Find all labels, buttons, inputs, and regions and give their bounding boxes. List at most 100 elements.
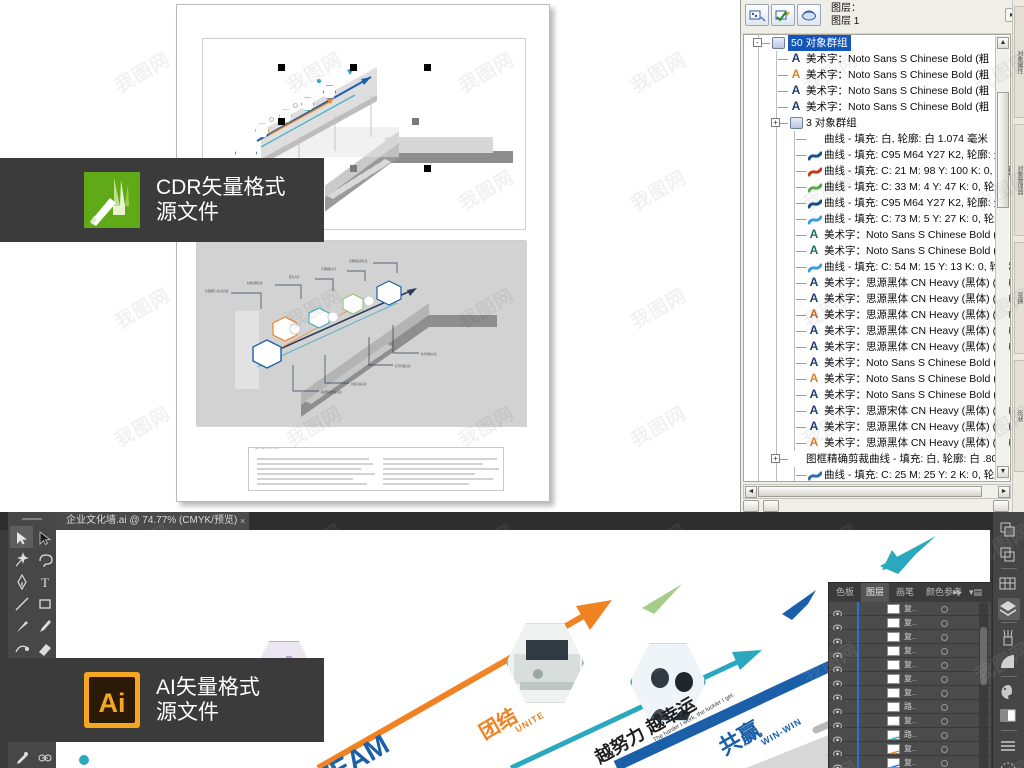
footer-button-1[interactable] [743,500,759,512]
object-tree-row[interactable]: A 美术字：Noto Sans S Chinese Bold (粗 [744,67,1010,83]
pen-tool[interactable] [10,570,33,592]
selection-handle-n[interactable] [350,64,357,71]
object-tree-row[interactable]: 曲线 - 填充: C95 M64 Y27 K2, 轮廓: 无 [744,147,1010,163]
magic-wand-tool[interactable] [10,548,33,570]
document-tab[interactable]: 企业文化墙.ai @ 74.77% (CMYK/预览) × [56,512,250,530]
blend-tool[interactable] [33,746,56,768]
eye-icon[interactable] [833,759,842,768]
eye-icon[interactable] [833,675,842,688]
type-tool[interactable]: T [33,570,56,592]
object-tree-row[interactable]: A 美术字：思源黑体 CN Heavy (黑体) (CH [744,435,1010,451]
object-tree-row[interactable]: A 美术字：Noto Sans S Chinese Bold (粗 [744,83,1010,99]
layer-target-icon[interactable] [941,620,948,627]
object-tree-row[interactable]: + 图框精确剪裁曲线 - 填充: 白, 轮廓: 白 .80 [744,451,1010,467]
rectangle-tool[interactable] [33,592,56,614]
selection-handle-ne[interactable] [424,64,431,71]
object-tree-row[interactable]: A 美术字：思源黑体 CN Heavy (黑体) (CH [744,291,1010,307]
transparency-panel-icon[interactable] [998,520,1020,542]
layer-row[interactable]: 复.. [829,602,991,618]
scroll-right-button[interactable]: ► [998,486,1010,498]
layer-row[interactable]: 复.. [829,686,991,702]
object-tree-row[interactable]: A 美术字：Noto Sans S Chinese Bold (粗 [744,51,1010,67]
docker-tab-1[interactable]: 对象管理器 [1014,124,1024,236]
selection-tool[interactable] [10,526,33,548]
layer-target-icon[interactable] [941,746,948,753]
layers-list[interactable]: 复.. 复.. 复.. 复.. 复.. 复.. 复.. 路.. 复.. 路.. 复.. 复.. [829,602,991,768]
edit-across-layers-button[interactable] [797,4,821,26]
object-tree-row[interactable]: - 50 对象群组 [744,35,1010,51]
direct-selection-tool[interactable] [33,526,56,548]
object-tree-row[interactable]: 曲线 - 填充: C: 73 M: 5 Y: 27 K: 0, 轮廓: [744,211,1010,227]
eye-icon[interactable] [833,731,842,744]
eye-icon[interactable] [833,605,842,618]
eye-icon[interactable] [833,647,842,660]
layer-target-icon[interactable] [941,634,948,641]
eye-icon[interactable] [833,703,842,716]
object-tree-row[interactable]: +3 对象群组 [744,115,1010,131]
layer-target-icon[interactable] [941,690,948,697]
docker-tab-3[interactable]: 形状 [1014,360,1024,472]
object-tree-row[interactable]: 曲线 - 填充: C: 33 M: 4 Y: 47 K: 0, 轮廓: [744,179,1010,195]
object-tree-row[interactable]: A 美术字：思源黑体 CN Heavy (黑体) (CH [744,275,1010,291]
new-layer-button[interactable] [745,4,769,26]
object-tree-row[interactable]: 曲线 - 填充: 白, 轮廓: 白 1.074 毫米 [744,131,1010,147]
layers-panel-expand-icon[interactable]: ▸▸ [948,583,967,602]
object-tree-row[interactable]: A 美术字：思源黑体 CN Heavy (黑体) (CH [744,339,1010,355]
coreldraw-canvas[interactable]: 未标题的文件 [0,0,740,512]
layer-target-icon[interactable] [941,648,948,655]
eye-icon[interactable] [833,661,842,674]
tab-brushes[interactable]: 画笔 [891,583,919,602]
delete-button[interactable] [993,500,1009,512]
shaper-tool[interactable] [10,636,33,658]
selection-handle-nw[interactable] [278,64,285,71]
object-tree-row[interactable]: 曲线 - 填充: C: 54 M: 15 Y: 13 K: 0, 轮廓 [744,259,1010,275]
layer-row[interactable]: 复.. [829,672,991,688]
eye-icon[interactable] [833,717,842,730]
scroll-up-button[interactable]: ▲ [997,37,1009,49]
layer-target-icon[interactable] [941,662,948,669]
layer-target-icon[interactable] [941,732,948,739]
selection-handle-w[interactable] [278,118,285,125]
layers-panel-menu-icon[interactable]: ▾▤ [964,583,987,602]
layer-row[interactable]: 复.. [829,756,991,768]
layers-scrollbar[interactable] [979,603,988,768]
eraser-tool[interactable] [33,636,56,658]
object-tree-row[interactable]: A 美术字：Noto Sans S Chinese Bold (粗 [744,355,1010,371]
horizontal-scroll-thumb[interactable] [758,486,982,497]
object-tree-row[interactable]: 曲线 - 填充: C95 M64 Y27 K2, 轮廓: 无 [744,195,1010,211]
color-panel-icon[interactable] [998,682,1020,704]
swatches-panel-icon[interactable] [998,706,1020,728]
docker-tab-0[interactable]: 对象属性 [1014,6,1024,118]
object-tree-row[interactable]: A 美术字：Noto Sans S Chinese Bold (粗 [744,243,1010,259]
eye-icon[interactable] [833,619,842,632]
paintbrush-tool[interactable] [10,614,33,636]
layers-scroll-thumb[interactable] [980,627,987,685]
layer-target-icon[interactable] [941,718,948,725]
layer-row[interactable]: 复.. [829,742,991,758]
tree-vertical-scrollbar[interactable]: ▲ ▼ [995,36,1009,480]
eye-icon[interactable] [833,689,842,702]
scroll-down-button[interactable]: ▼ [997,466,1009,478]
object-tree-row[interactable]: A 美术字：Noto Sans S Chinese Bold (粗 [744,387,1010,403]
docker-tab-rail[interactable]: 对象属性 对象管理器 变换 形状 [1012,0,1024,512]
object-tree-row[interactable]: A 美术字：Noto Sans S Chinese Bold (粗 [744,371,1010,387]
palette-grip[interactable] [22,518,42,520]
panel-dock[interactable] [992,512,1024,768]
object-tree-row[interactable]: 曲线 - 填充: C: 25 M: 25 Y: 2 K: 0, 轮廓: [744,467,1010,481]
lasso-tool[interactable] [33,548,56,570]
scroll-left-button[interactable]: ◄ [745,486,757,498]
object-tree-row[interactable]: A 美术字：Noto Sans S Chinese Bold (粗 [744,227,1010,243]
pencil-tool[interactable] [33,614,56,636]
symbols-panel-icon[interactable] [998,760,1020,768]
pathfinder-panel-icon[interactable] [998,544,1020,566]
selection-handle-e[interactable] [412,118,419,125]
tab-layers[interactable]: 图层 [861,583,890,602]
layer-row[interactable]: 路.. [829,728,991,744]
object-tree-row[interactable]: 曲线 - 填充: C: 21 M: 98 Y: 100 K: 0, 轮廓 [744,163,1010,179]
tab-swatches[interactable]: 色板 [831,583,859,602]
layers-panel[interactable]: 色板 图层 画笔 颜色参考 ▾▤ ▸▸ 复.. 复.. 复.. 复.. 复.. 复.. 复.. 路.. 复… [828,582,991,768]
vertical-scroll-thumb[interactable] [997,92,1009,208]
layer-target-icon[interactable] [941,704,948,711]
new-master-layer-button[interactable] [771,4,795,26]
gradient-panel-icon[interactable] [998,652,1020,674]
